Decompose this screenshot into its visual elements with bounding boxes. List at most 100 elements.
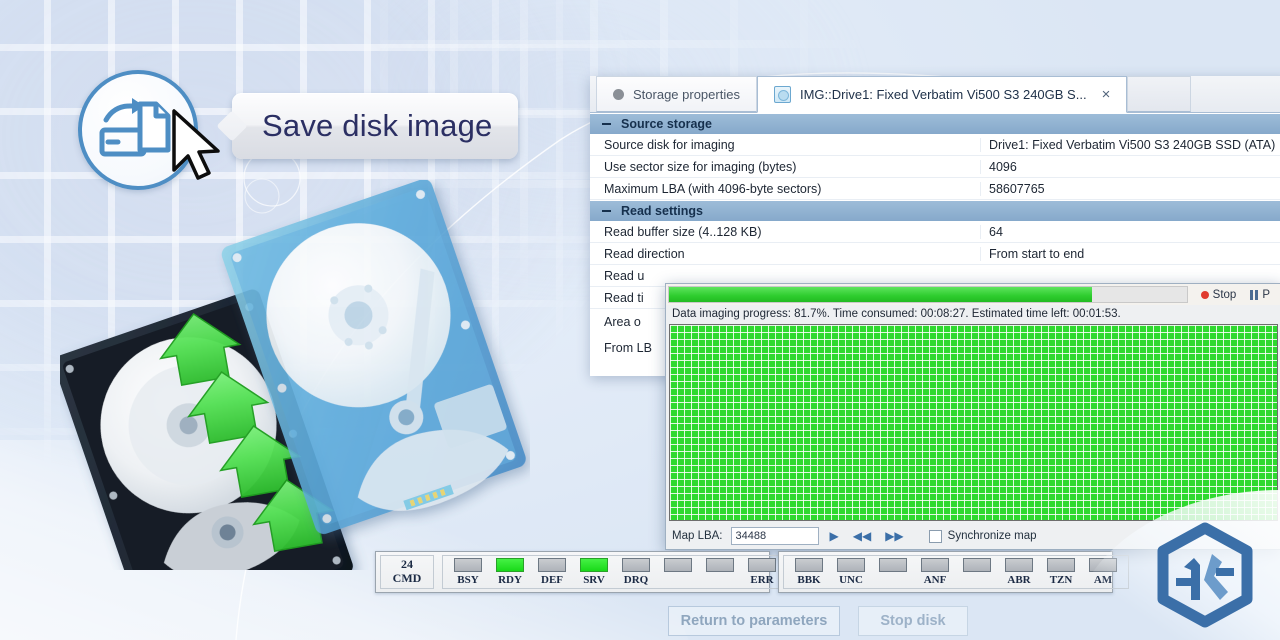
table-row[interactable]: Read direction From start to end — [590, 243, 1280, 265]
save-disk-image-callout: Save disk image — [232, 93, 519, 159]
led-label: UNC — [839, 574, 863, 586]
synchronize-map-checkbox[interactable]: Synchronize map — [928, 529, 1037, 543]
mouse-pointer-icon — [172, 109, 220, 180]
section-title: Read settings — [621, 204, 703, 218]
progress-bar-fill — [669, 287, 1092, 302]
status-led-bbk: BBK — [788, 558, 830, 586]
property-value: Drive1: Fixed Verbatim Vi500 S3 240GB SS… — [980, 137, 1280, 152]
led-lamp-icon — [496, 558, 524, 572]
led-label: SRV — [583, 574, 605, 586]
hard-drive-illustration — [60, 180, 526, 570]
property-name: Maximum LBA (with 4096-byte sectors) — [604, 181, 822, 196]
status-led-bsy: BSY — [447, 558, 489, 586]
status-led-unc: UNC — [830, 558, 872, 586]
command-counter-group: 24 CMD — [380, 555, 434, 589]
table-row[interactable]: Source disk for imaging Drive1: Fixed Ve… — [590, 134, 1280, 156]
status-led-err: ERR — [741, 558, 783, 586]
play-icon[interactable]: ▶ — [827, 529, 842, 543]
status-led-srv: SRV — [573, 558, 615, 586]
progress-bar-row: Stop P — [666, 284, 1280, 305]
led-label: ERR — [750, 574, 774, 586]
fast-forward-icon[interactable]: ▶▶ — [882, 529, 906, 543]
led-label: TZN — [1049, 574, 1073, 586]
brand-logo — [1150, 520, 1260, 630]
drive-status-bar-right: BBK UNC ANF ABR TZN — [778, 551, 1129, 593]
status-led-unnamed-4 — [956, 558, 998, 586]
pause-label: P — [1262, 288, 1270, 301]
dialog-button-row: Return to parameters Stop disk — [668, 606, 968, 636]
property-value: From start to end — [980, 246, 1280, 261]
led-label: ABR — [1007, 574, 1031, 586]
drive-status-bar-left: 24 CMD BSY RDY DEF SRV DRQ ERR — [375, 551, 788, 593]
close-icon[interactable]: × — [1102, 87, 1111, 102]
rewind-icon[interactable]: ◀◀ — [850, 529, 874, 543]
sector-map-grid[interactable] — [669, 324, 1278, 521]
status-led-unnamed-2 — [699, 558, 741, 586]
progress-bar — [668, 286, 1188, 303]
screenshot-stage: Save disk image Storage properties IMG::… — [0, 0, 1280, 640]
led-lamp-icon — [454, 558, 482, 572]
led-lamp-icon — [538, 558, 566, 572]
stop-button[interactable]: Stop — [1196, 288, 1242, 302]
led-label: RDY — [498, 574, 522, 586]
status-led-rdy: RDY — [489, 558, 531, 586]
pause-button[interactable]: P — [1245, 288, 1275, 302]
led-lamp-icon — [795, 558, 823, 572]
led-lamp-icon — [622, 558, 650, 572]
progress-status-text: Data imaging progress: 81.7%. Time consu… — [672, 308, 1121, 320]
led-label: DEF — [541, 574, 563, 586]
stop-label: Stop — [1212, 288, 1237, 301]
tab-disk-image[interactable]: IMG::Drive1: Fixed Verbatim Vi500 S3 240… — [756, 76, 1128, 113]
status-led-abr: ABR — [998, 558, 1040, 586]
section-title: Source storage — [621, 117, 713, 131]
tab-empty-stub[interactable] — [1127, 76, 1192, 112]
hexagon-logo-icon — [1157, 522, 1253, 628]
led-lamp-icon — [879, 558, 907, 572]
status-led-anf: ANF — [914, 558, 956, 586]
status-led-unnamed-3 — [872, 558, 914, 586]
led-lamp-icon — [664, 558, 692, 572]
table-row[interactable]: Use sector size for imaging (bytes) 4096 — [590, 156, 1280, 178]
property-name: Use sector size for imaging (bytes) — [604, 159, 797, 174]
stop-disk-button[interactable]: Stop disk — [858, 606, 968, 636]
status-led-tzn: TZN — [1040, 558, 1082, 586]
led-lamp-icon — [580, 558, 608, 572]
gray-dot-icon — [613, 88, 624, 100]
table-row[interactable]: Read buffer size (4..128 KB) 64 — [590, 221, 1280, 243]
collapse-icon — [602, 210, 611, 212]
led-lamp-icon — [837, 558, 865, 572]
led-lamp-icon — [921, 558, 949, 572]
synchronize-map-label: Synchronize map — [947, 530, 1037, 542]
status-led-def: DEF — [531, 558, 573, 586]
map-lba-input[interactable] — [730, 527, 819, 545]
disk-image-icon — [773, 86, 791, 103]
tab-label: IMG::Drive1: Fixed Verbatim Vi500 S3 240… — [799, 87, 1087, 102]
property-name: Read direction — [604, 246, 685, 261]
property-value: 4096 — [980, 159, 1280, 174]
led-lamp-icon — [963, 558, 991, 572]
checkbox-box-icon — [928, 529, 942, 543]
callout-label: Save disk image — [262, 108, 493, 143]
return-to-parameters-button[interactable]: Return to parameters — [668, 606, 840, 636]
led-label: ANF — [923, 574, 947, 586]
table-row[interactable]: Maximum LBA (with 4096-byte sectors) 586… — [590, 178, 1280, 200]
section-header-read-settings[interactable]: Read settings — [590, 200, 1280, 221]
section-header-source-storage[interactable]: Source storage — [590, 113, 1280, 134]
led-lamp-icon — [706, 558, 734, 572]
led-lamp-icon — [748, 558, 776, 572]
command-label: CMD — [392, 571, 422, 585]
pause-icon — [1250, 289, 1259, 300]
tab-storage-properties[interactable]: Storage properties — [596, 76, 757, 112]
command-count: 24 — [401, 557, 413, 572]
led-lamp-icon — [1005, 558, 1033, 572]
property-value: 58607765 — [980, 181, 1280, 196]
status-led-unnamed-1 — [657, 558, 699, 586]
led-label: BSY — [457, 574, 479, 586]
collapse-icon — [602, 123, 611, 125]
led-label: BBK — [797, 574, 821, 586]
led-label: DRQ — [623, 574, 649, 586]
stop-icon — [1200, 290, 1209, 299]
tab-label: Storage properties — [633, 86, 740, 102]
property-value: 64 — [980, 224, 1280, 239]
progress-controls: Stop P — [1188, 288, 1280, 302]
